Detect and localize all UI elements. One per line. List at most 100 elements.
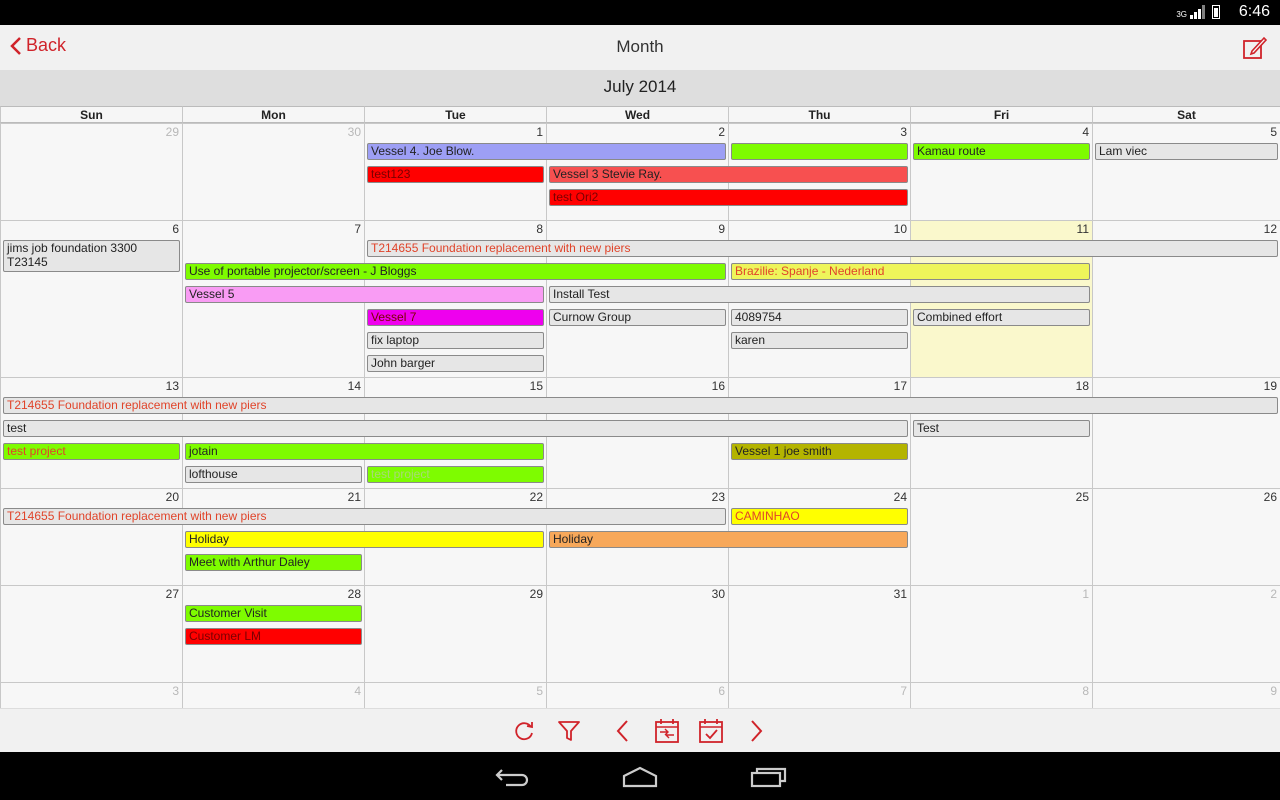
day-cell[interactable]: 30 <box>182 123 364 220</box>
day-cell[interactable]: 20 <box>0 488 182 585</box>
day-cell[interactable]: 8 <box>910 682 1092 708</box>
weekday-header: Mon <box>182 106 364 123</box>
event-bar[interactable]: Holiday <box>549 531 908 548</box>
day-cell[interactable]: 29 <box>364 585 546 682</box>
day-number: 23 <box>711 490 725 504</box>
event-bar[interactable]: Vessel 1 joe smith <box>731 443 908 460</box>
event-bar[interactable]: Test <box>913 420 1090 437</box>
day-cell[interactable]: 19 <box>1092 377 1280 488</box>
back-nav-icon[interactable] <box>494 766 530 788</box>
month-grid: Sun Mon Tue Wed Thu Fri Sat 29 30 1 2 3 4 5 6 7 8 9 10 11 12… <box>0 106 1280 708</box>
day-cell[interactable]: 4 <box>910 123 1092 220</box>
day-number: 20 <box>165 490 179 504</box>
event-bar[interactable]: Curnow Group <box>549 309 726 326</box>
recent-apps-icon[interactable] <box>750 766 788 788</box>
event-bar[interactable]: jims job foundation 3300 T23145 <box>3 240 180 272</box>
day-number: 19 <box>1263 379 1277 393</box>
event-bar[interactable]: Meet with Arthur Daley <box>185 554 362 571</box>
event-bar[interactable]: test Ori2 <box>549 189 908 206</box>
event-bar[interactable]: John barger <box>367 355 544 372</box>
event-bar[interactable]: karen <box>731 332 908 349</box>
event-bar[interactable]: test project <box>3 443 180 460</box>
signal-icon <box>1190 5 1205 19</box>
day-number: 29 <box>529 587 543 601</box>
day-cell[interactable]: 5 <box>364 682 546 708</box>
day-number: 14 <box>347 379 361 393</box>
event-bar[interactable]: Use of portable projector/screen - J Blo… <box>185 263 726 280</box>
event-bar[interactable]: jotain <box>185 443 544 460</box>
event-bar[interactable]: Vessel 5 <box>185 286 544 303</box>
event-bar[interactable]: test123 <box>367 166 544 183</box>
day-number: 4 <box>1082 125 1089 139</box>
battery-icon <box>1212 5 1220 19</box>
event-bar[interactable]: fix laptop <box>367 332 544 349</box>
event-bar[interactable]: Brazilie: Spanje - Nederland <box>731 263 1090 280</box>
day-number: 27 <box>165 587 179 601</box>
day-number: 30 <box>711 587 725 601</box>
day-number: 6 <box>172 222 179 236</box>
event-bar[interactable]: T214655 Foundation replacement with new … <box>3 397 1278 414</box>
day-cell[interactable]: 4 <box>182 682 364 708</box>
event-bar[interactable]: Holiday <box>185 531 544 548</box>
day-number: 11 <box>1076 222 1089 236</box>
day-number: 7 <box>900 684 907 698</box>
weekday-header: Wed <box>546 106 728 123</box>
event-bar[interactable]: Vessel 7 <box>367 309 544 326</box>
event-bar[interactable]: test <box>3 420 908 437</box>
day-cell[interactable]: 31 <box>728 585 910 682</box>
day-number: 15 <box>529 379 543 393</box>
event-bar[interactable]: T214655 Foundation replacement with new … <box>3 508 726 525</box>
weekday-header: Fri <box>910 106 1092 123</box>
event-bar[interactable]: Lam viec <box>1095 143 1278 160</box>
day-cell[interactable]: 29 <box>0 123 182 220</box>
day-number: 26 <box>1263 490 1277 504</box>
day-number: 9 <box>718 222 725 236</box>
event-bar[interactable]: test project <box>367 466 544 483</box>
day-cell[interactable]: 26 <box>1092 488 1280 585</box>
today-icon[interactable] <box>698 718 724 744</box>
day-number: 5 <box>536 684 543 698</box>
clock: 6:46 <box>1238 3 1270 20</box>
event-bar[interactable]: Vessel 4. Joe Blow. <box>367 143 726 160</box>
event-bar[interactable]: Customer LM <box>185 628 362 645</box>
day-number: 6 <box>718 684 725 698</box>
day-number: 1 <box>536 125 543 139</box>
filter-icon[interactable] <box>556 718 582 744</box>
day-number: 25 <box>1075 490 1089 504</box>
day-number: 7 <box>354 222 361 236</box>
event-bar[interactable] <box>731 143 908 160</box>
system-nav-bar <box>0 752 1280 800</box>
month-label: July 2014 <box>0 70 1280 106</box>
action-bar: Back Month <box>0 25 1280 71</box>
day-cell[interactable]: 5 <box>1092 123 1280 220</box>
event-bar[interactable]: Install Test <box>549 286 1090 303</box>
day-number: 1 <box>1082 587 1089 601</box>
day-number: 28 <box>347 587 361 601</box>
day-cell[interactable]: 27 <box>0 585 182 682</box>
event-bar[interactable]: Vessel 3 Stevie Ray. <box>549 166 908 183</box>
event-bar[interactable]: Kamau route <box>913 143 1090 160</box>
next-icon[interactable] <box>743 718 769 744</box>
status-bar: 3G 6:46 <box>0 0 1280 25</box>
event-bar[interactable]: T214655 Foundation replacement with new … <box>367 240 1278 257</box>
event-bar[interactable]: Customer Visit <box>185 605 362 622</box>
event-bar[interactable]: 4089754 <box>731 309 908 326</box>
day-cell[interactable]: 3 <box>0 682 182 708</box>
day-cell[interactable]: 9 <box>1092 682 1280 708</box>
day-cell[interactable]: 30 <box>546 585 728 682</box>
event-bar[interactable]: lofthouse <box>185 466 362 483</box>
weekday-header: Sat <box>1092 106 1280 123</box>
home-nav-icon[interactable] <box>622 766 658 788</box>
previous-icon[interactable] <box>610 718 636 744</box>
day-cell[interactable]: 2 <box>1092 585 1280 682</box>
day-cell[interactable]: 1 <box>910 585 1092 682</box>
day-cell[interactable]: 6 <box>546 682 728 708</box>
day-cell[interactable]: 7 <box>728 682 910 708</box>
event-bar[interactable]: Combined effort <box>913 309 1090 326</box>
go-to-date-icon[interactable] <box>654 718 680 744</box>
new-event-icon[interactable] <box>1242 35 1268 61</box>
refresh-icon[interactable] <box>511 718 537 744</box>
day-number: 3 <box>900 125 907 139</box>
event-bar[interactable]: CAMINHAO <box>731 508 908 525</box>
day-cell[interactable]: 25 <box>910 488 1092 585</box>
